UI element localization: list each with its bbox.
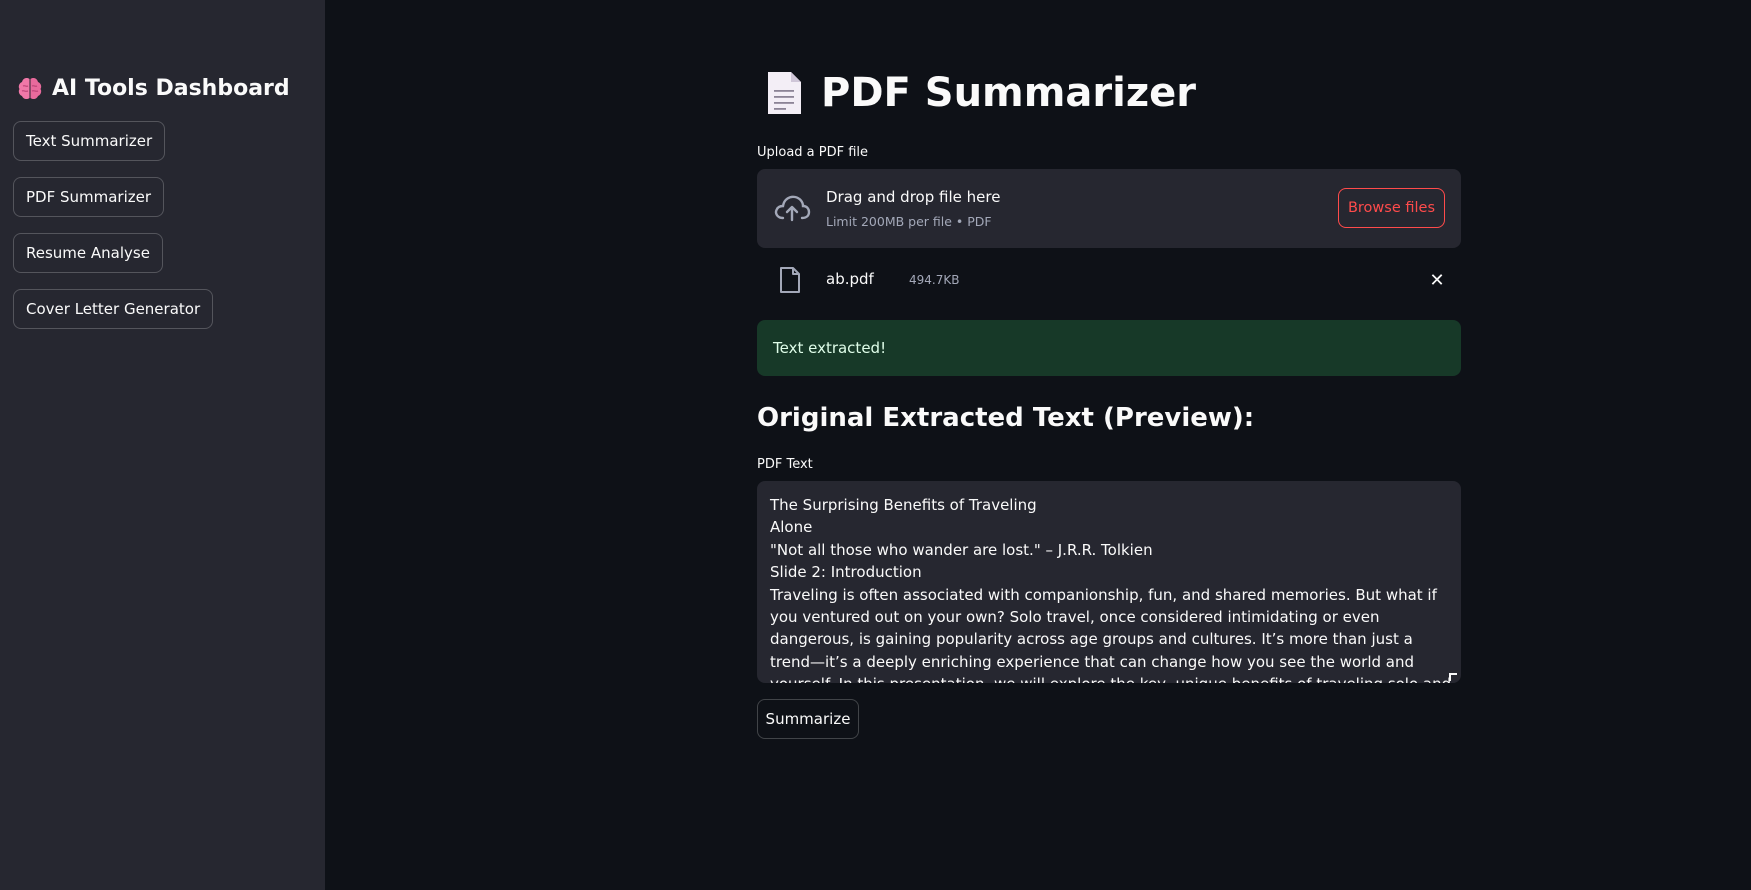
- success-message: Text extracted!: [773, 339, 887, 357]
- text-line: Traveling is often associated with compa…: [770, 585, 1437, 604]
- file-dropzone[interactable]: Drag and drop file here Limit 200MB per …: [757, 169, 1461, 248]
- nav-label: Resume Analyse: [26, 244, 150, 262]
- nav-label: Cover Letter Generator: [26, 300, 201, 318]
- text-line: yourself. In this presentation, we will …: [770, 673, 1451, 683]
- file-icon: [780, 267, 800, 293]
- page-title-text: PDF Summarizer: [821, 70, 1196, 116]
- nav-text-summarizer-button[interactable]: Text Summarizer: [13, 121, 166, 161]
- summarize-button[interactable]: Summarize: [757, 699, 859, 739]
- success-alert: Text extracted!: [757, 320, 1461, 376]
- brain-icon: [18, 78, 42, 100]
- text-line: Alone: [770, 518, 813, 537]
- nav-label: Text Summarizer: [26, 132, 153, 150]
- resize-handle-icon[interactable]: [1449, 673, 1457, 681]
- main-content: PDF Summarizer Upload a PDF file Drag an…: [325, 0, 1751, 890]
- preview-heading: Original Extracted Text (Preview):: [757, 403, 1255, 433]
- close-icon[interactable]: ✕: [1427, 270, 1447, 291]
- app: AI Tools Dashboard Text Summarizer PDF S…: [0, 0, 1751, 890]
- sidebar-title: AI Tools Dashboard: [16, 74, 290, 102]
- uploaded-file-row: ab.pdf 494.7KB ✕: [757, 262, 1461, 298]
- text-line: The Surprising Benefits of Traveling: [770, 496, 1037, 514]
- cloud-upload-icon: [774, 195, 811, 222]
- sidebar: AI Tools Dashboard Text Summarizer PDF S…: [0, 0, 325, 890]
- dropzone-limit-text: Limit 200MB per file • PDF: [826, 214, 992, 229]
- text-line: you ventured out on your own? Solo trave…: [770, 608, 1380, 627]
- file-name: ab.pdf: [826, 270, 874, 288]
- text-line: dangerous, is gaining popularity across …: [770, 630, 1413, 649]
- nav-pdf-summarizer-button[interactable]: PDF Summarizer: [13, 177, 165, 217]
- text-line: trend—it’s a deeply enriching experience…: [770, 652, 1415, 671]
- browse-files-button[interactable]: Browse files: [1338, 188, 1445, 228]
- document-icon: [768, 72, 801, 114]
- nav-resume-analyse-button[interactable]: Resume Analyse: [13, 233, 163, 273]
- uploader-label: Upload a PDF file: [757, 145, 869, 160]
- file-size: 494.7KB: [909, 273, 960, 287]
- text-line: "Not all those who wander are lost." – J…: [770, 540, 1153, 559]
- text-line: Slide 2: Introduction: [770, 563, 922, 582]
- page-title: PDF Summarizer: [765, 70, 1196, 116]
- dropzone-title: Drag and drop file here: [826, 188, 1001, 206]
- nav-cover-letter-generator-button[interactable]: Cover Letter Generator: [13, 289, 214, 329]
- sidebar-title-text: AI Tools Dashboard: [52, 75, 290, 101]
- textarea-label: PDF Text: [757, 457, 813, 472]
- nav-label: PDF Summarizer: [26, 188, 152, 206]
- pdf-text-area[interactable]: The Surprising Benefits of Traveling Alo…: [757, 481, 1461, 683]
